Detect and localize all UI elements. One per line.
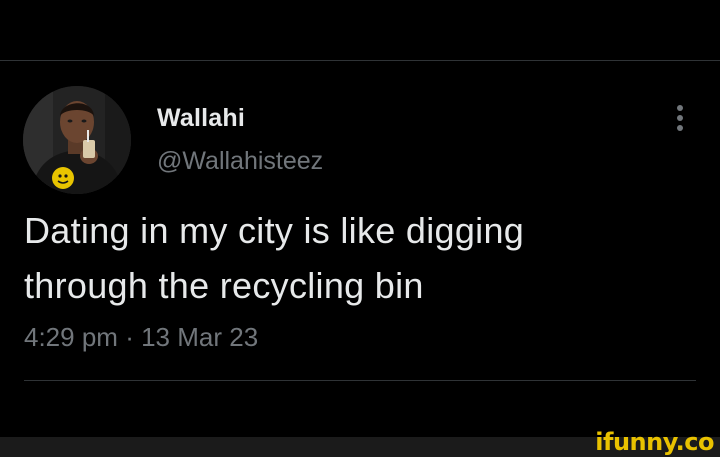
tweet-text: Dating in my city is like digging throug… bbox=[24, 203, 684, 313]
user-handle[interactable]: @Wallahisteez bbox=[157, 147, 323, 176]
more-dot bbox=[677, 125, 683, 131]
more-vertical-icon[interactable] bbox=[670, 103, 690, 133]
avatar-photo bbox=[23, 86, 131, 194]
tweet-text-line: through the recycling bin bbox=[24, 265, 424, 306]
tweet-timestamp[interactable]: 4:29 pm · 13 Mar 23 bbox=[24, 322, 258, 353]
meta-separator: · bbox=[125, 322, 134, 352]
top-divider bbox=[0, 60, 720, 61]
watermark: ifunny.co bbox=[595, 428, 714, 456]
more-dot bbox=[677, 115, 683, 121]
tweet-text-line: Dating in my city is like digging bbox=[24, 210, 525, 251]
tweet-time: 4:29 pm bbox=[24, 322, 118, 352]
more-dot bbox=[677, 105, 683, 111]
avatar[interactable] bbox=[23, 86, 131, 194]
tweet-date: 13 Mar 23 bbox=[141, 322, 259, 352]
display-name[interactable]: Wallahi bbox=[157, 104, 245, 133]
bottom-divider bbox=[24, 380, 696, 381]
